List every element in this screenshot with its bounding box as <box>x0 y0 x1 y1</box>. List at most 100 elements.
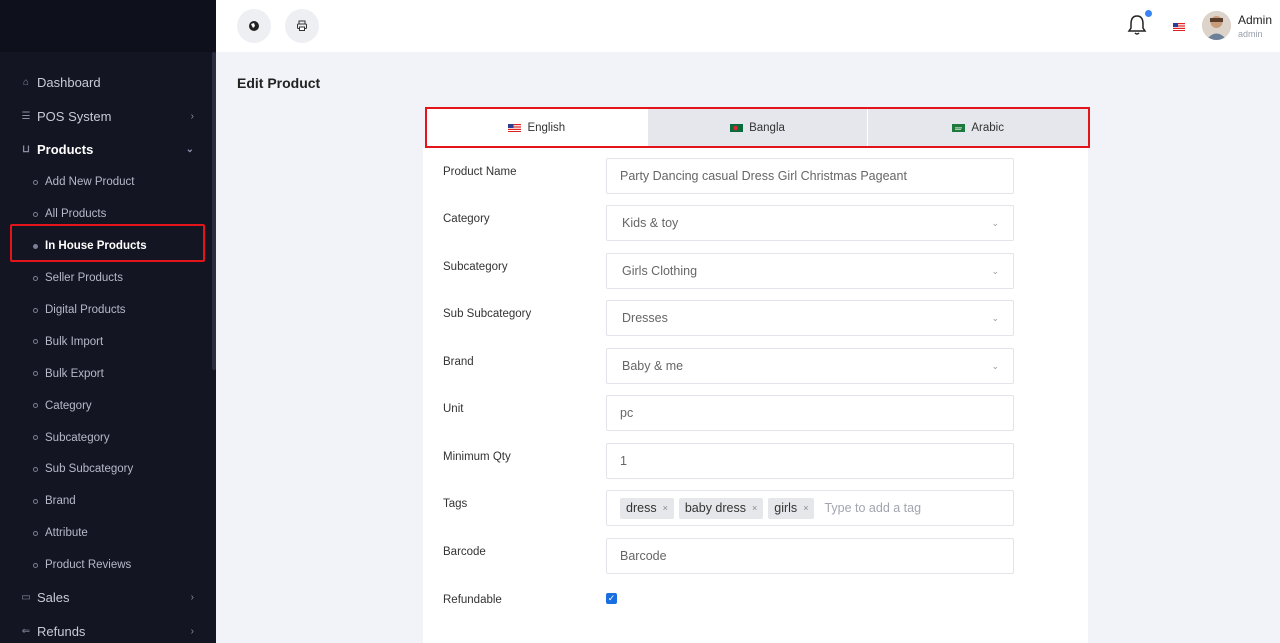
unit-input[interactable]: pc <box>606 395 1014 431</box>
sidebar-subitem-seller-products[interactable]: Seller Products <box>0 262 216 294</box>
bullet-icon <box>33 179 38 185</box>
sidebar-item-label: Dashboard <box>37 75 101 91</box>
brand-value: Baby & me <box>622 359 684 373</box>
close-icon[interactable]: × <box>803 503 808 513</box>
sidebar-subitem-label: Product Reviews <box>45 559 132 572</box>
sidebar-subitem-add-new-product[interactable]: Add New Product <box>0 167 216 199</box>
wallet-icon: ▭ <box>21 592 31 604</box>
product-name-row: Product Name Party Dancing casual Dress … <box>443 158 1014 202</box>
sidebar-item-dashboard[interactable]: ⌂ Dashboard <box>0 66 216 100</box>
tab-english[interactable]: English <box>427 109 647 146</box>
product-form: Product Name Party Dancing casual Dress … <box>423 148 1088 643</box>
admin-role: admin <box>1238 29 1263 39</box>
sidebar-subitem-label: Attribute <box>45 527 88 540</box>
sidebar-subitem-label: Bulk Import <box>45 335 104 348</box>
sidebar-subitem-bulk-export[interactable]: Bulk Export <box>0 358 216 390</box>
selection-highlight <box>10 224 205 262</box>
sidebar-subitem-product-reviews[interactable]: Product Reviews <box>0 549 216 581</box>
page-title: Edit Product <box>237 75 321 91</box>
refundable-checkbox[interactable]: ✓ <box>606 593 617 604</box>
sidebar-item-label: POS System <box>37 108 112 124</box>
admin-name[interactable]: Admin <box>1238 13 1272 27</box>
sidebar-subitem-digital-products[interactable]: Digital Products <box>0 294 216 326</box>
sidebar-nav: ⌂ Dashboard ☰ POS System › ⊔ Products ⌄ … <box>0 52 216 643</box>
chevron-right-icon: › <box>190 625 194 637</box>
chevron-down-icon: ⌄ <box>185 144 194 156</box>
tag-label: dress <box>626 501 657 515</box>
chevron-down-icon: ⌄ <box>991 360 999 371</box>
globe-icon <box>249 21 259 31</box>
barcode-placeholder: Barcode <box>620 549 667 563</box>
chevron-down-icon: ⌄ <box>991 265 999 276</box>
chevron-down-icon: ⌄ <box>991 312 999 323</box>
subcategory-select[interactable]: Girls Clothing ⌄ <box>606 253 1014 289</box>
sidebar-item-label: Refunds <box>37 623 86 639</box>
top-bar: Admin admin <box>216 0 1280 52</box>
unit-value: pc <box>620 406 634 420</box>
sidebar-subitem-sub-subcategory[interactable]: Sub Subcategory <box>0 454 216 486</box>
refund-icon: ⇐ <box>21 625 31 637</box>
sub-subcategory-value: Dresses <box>622 311 668 325</box>
bullet-icon <box>33 530 38 536</box>
list-icon: ☰ <box>21 110 31 122</box>
product-name-value: Party Dancing casual Dress Girl Christma… <box>620 169 907 183</box>
sidebar-item-products[interactable]: ⊔ Products ⌄ <box>0 133 216 167</box>
sub-subcategory-select[interactable]: Dresses ⌄ <box>606 300 1014 336</box>
sidebar-subitem-label: Brand <box>45 495 76 508</box>
globe-button[interactable] <box>237 9 271 43</box>
sidebar-subitem-label: Subcategory <box>45 431 110 444</box>
sidebar-item-pos-system[interactable]: ☰ POS System › <box>0 100 216 134</box>
language-tabs: English Bangla Arabic <box>425 107 1090 148</box>
bullet-icon <box>33 498 38 504</box>
printer-icon <box>297 20 307 31</box>
tab-bangla[interactable]: Bangla <box>646 109 868 146</box>
close-icon[interactable]: × <box>752 503 757 513</box>
avatar[interactable] <box>1202 11 1231 40</box>
sidebar-subitem-label: Sub Subcategory <box>45 463 134 476</box>
chevron-down-icon: ⌄ <box>991 217 999 228</box>
barcode-label: Barcode <box>443 546 486 558</box>
tag-label: girls <box>774 501 798 515</box>
product-name-input[interactable]: Party Dancing casual Dress Girl Christma… <box>606 158 1014 194</box>
minimum-qty-label: Minimum Qty <box>443 451 511 463</box>
sidebar-item-refunds[interactable]: ⇐ Refunds › <box>0 615 216 643</box>
print-button[interactable] <box>285 9 319 43</box>
sidebar-subitem-label: All Products <box>45 208 107 221</box>
sidebar-subitem-category[interactable]: Category <box>0 390 216 422</box>
category-row: Category Kids & toy ⌄ <box>443 205 1014 249</box>
us-flag-icon[interactable] <box>1173 23 1185 31</box>
brand-label: Brand <box>443 356 474 368</box>
category-label: Category <box>443 213 490 225</box>
brand-select[interactable]: Baby & me ⌄ <box>606 348 1014 384</box>
sidebar-subitem-subcategory[interactable]: Subcategory <box>0 422 216 454</box>
tab-label: English <box>527 121 566 134</box>
tag-chip: dress × <box>620 497 674 519</box>
cart-icon: ⊔ <box>22 144 30 156</box>
bullet-icon <box>33 403 38 409</box>
tab-arabic[interactable]: Arabic <box>867 109 1089 146</box>
tags-label: Tags <box>443 498 468 510</box>
sidebar-subitem-attribute[interactable]: Attribute <box>0 517 216 549</box>
saudi-flag-icon <box>952 123 966 132</box>
minimum-qty-input[interactable]: 1 <box>606 443 1014 479</box>
subcategory-label: Subcategory <box>443 261 508 273</box>
sidebar-item-sales[interactable]: ▭ Sales › <box>0 581 216 615</box>
refundable-row: Refundable ✓ <box>443 593 1013 630</box>
tags-input[interactable]: dress × baby dress × girls × Type to add a … <box>606 490 1014 526</box>
sidebar-subitem-brand[interactable]: Brand <box>0 485 216 517</box>
close-icon[interactable]: × <box>663 503 668 513</box>
product-name-label: Product Name <box>443 166 517 178</box>
category-value: Kids & toy <box>622 216 679 230</box>
unit-row: Unit pc <box>443 395 1014 439</box>
sidebar-item-label: Sales <box>37 590 70 606</box>
bell-icon[interactable] <box>1126 13 1148 37</box>
sidebar-subitem-label: Digital Products <box>45 304 126 316</box>
tags-placeholder: Type to add a tag <box>824 501 922 515</box>
bullet-icon <box>33 211 38 217</box>
sidebar-subitem-bulk-import[interactable]: Bulk Import <box>0 326 216 358</box>
tag-chip: girls × <box>768 497 815 519</box>
sub-subcategory-label: Sub Subcategory <box>443 308 532 320</box>
user-avatar-icon <box>1202 11 1231 40</box>
category-select[interactable]: Kids & toy ⌄ <box>606 205 1014 241</box>
barcode-input[interactable]: Barcode <box>606 538 1014 574</box>
